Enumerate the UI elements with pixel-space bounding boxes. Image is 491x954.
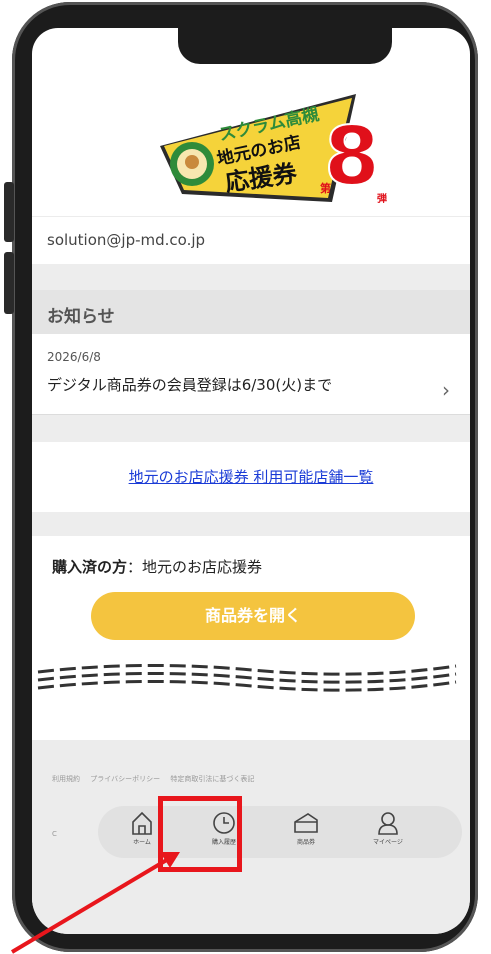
- pointer-arrow: [10, 852, 180, 954]
